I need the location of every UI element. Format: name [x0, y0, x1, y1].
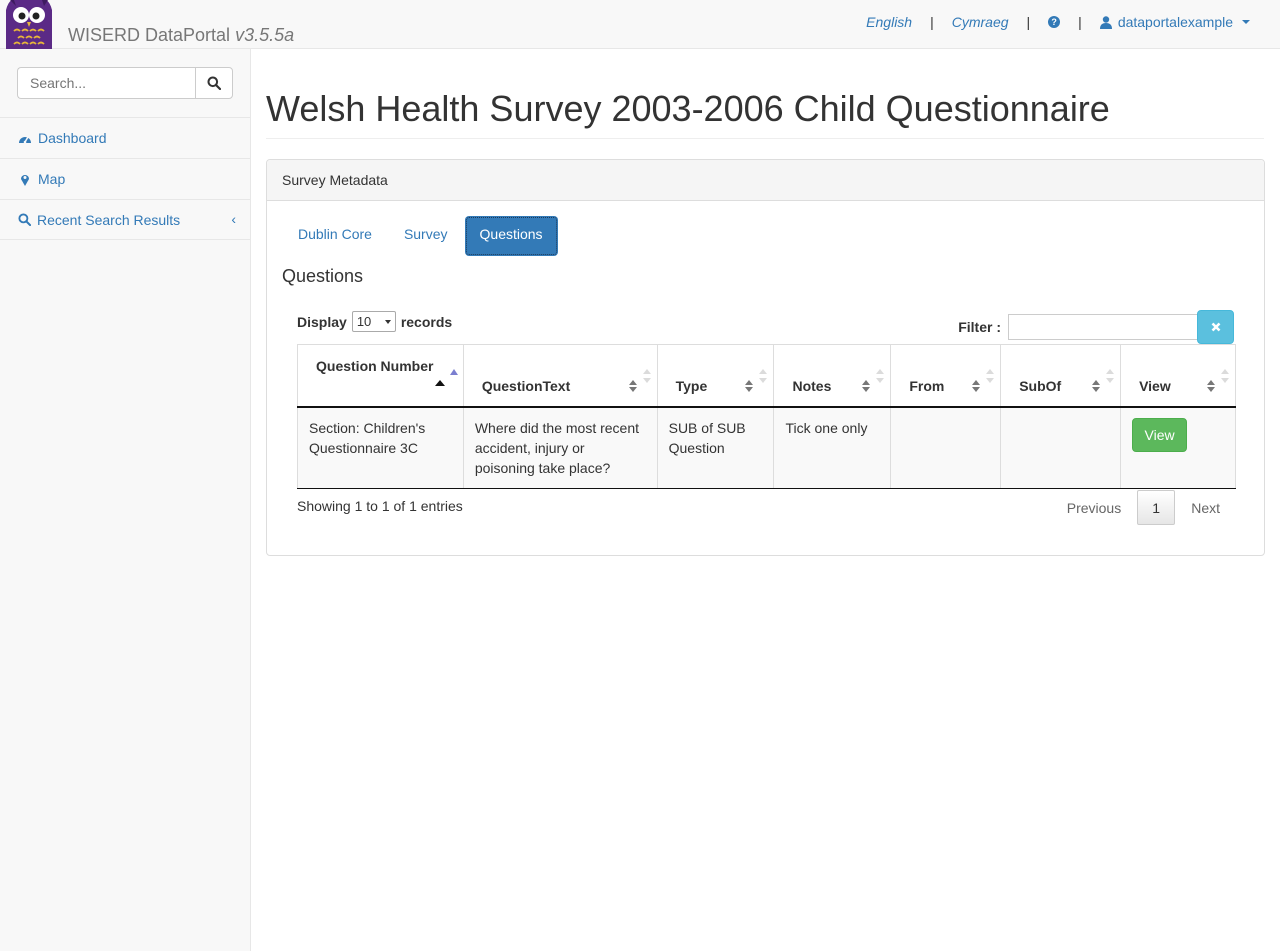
- current-page-button[interactable]: 1: [1137, 490, 1176, 525]
- map-marker-icon: [21, 174, 29, 186]
- cell-question-number: Section: Children's Questionnaire 3C: [297, 406, 464, 489]
- caret-down-icon: [1242, 20, 1250, 24]
- brand-version: v3.5.5a: [235, 25, 295, 45]
- cell-notes: Tick one only: [773, 406, 892, 489]
- column-header-view[interactable]: View: [1120, 344, 1236, 408]
- search-button[interactable]: [195, 67, 233, 99]
- table-row: Section: Children's Questionnaire 3C Whe…: [297, 406, 1236, 489]
- cell-question-text: Where did the most recent accident, inju…: [462, 406, 658, 489]
- cell-type: SUB of SUB Question: [656, 406, 775, 489]
- brand-title[interactable]: WISERD DataPortal v3.5.5a: [68, 25, 294, 46]
- top-navbar: WISERD DataPortal v3.5.5a English | Cymr…: [0, 0, 1280, 49]
- times-icon: [1211, 322, 1220, 332]
- page-length-control: Display 10 records: [297, 311, 452, 332]
- column-header-from[interactable]: From: [890, 344, 1002, 408]
- table-header-row: Question Number QuestionText Type Notes: [297, 344, 1236, 408]
- brand-name: WISERD DataPortal: [68, 25, 231, 45]
- sidebar-item-label: Dashboard: [38, 130, 107, 146]
- sidebar-search: [17, 67, 233, 99]
- column-label: Question Number: [316, 357, 434, 374]
- dashboard-icon: [19, 136, 31, 144]
- column-label: From: [909, 377, 945, 394]
- page-length-select[interactable]: 10: [351, 311, 396, 332]
- column-header-type[interactable]: Type: [656, 344, 775, 408]
- tab-dublin-core[interactable]: Dublin Core: [283, 216, 387, 256]
- questions-table: Question Number QuestionText Type Notes: [297, 344, 1236, 489]
- owl-logo[interactable]: [2, 0, 56, 49]
- sort-asc-icon: [449, 369, 458, 375]
- navbar-right: English | Cymraeg | ? | dataportalexampl…: [866, 14, 1250, 30]
- column-header-question-text[interactable]: QuestionText: [462, 344, 658, 408]
- sort-icon: [628, 379, 637, 392]
- section-title: Questions: [282, 266, 364, 286]
- sort-icon: [759, 369, 768, 383]
- sort-icon: [1207, 379, 1215, 392]
- column-header-notes[interactable]: Notes: [773, 344, 892, 408]
- clear-filter-button[interactable]: [1197, 310, 1234, 344]
- panel-heading: Survey Metadata: [267, 160, 1264, 201]
- survey-metadata-panel: Survey Metadata Dublin Core Survey Quest…: [266, 159, 1265, 556]
- next-page-button[interactable]: Next: [1177, 492, 1234, 524]
- column-label: View: [1139, 377, 1171, 394]
- records-label: records: [400, 313, 453, 330]
- user-icon: [1099, 15, 1112, 29]
- column-label: Type: [675, 377, 708, 394]
- tab-questions[interactable]: Questions: [464, 216, 558, 256]
- column-label: SubOf: [1019, 377, 1062, 394]
- sort-icon: [745, 379, 754, 392]
- column-header-subof[interactable]: SubOf: [1000, 344, 1122, 408]
- table-info: Showing 1 to 1 of 1 entries: [297, 498, 463, 514]
- sort-icon: [986, 369, 995, 383]
- cell-view: View: [1120, 406, 1236, 489]
- sidebar-item-recent-search[interactable]: Recent Search Results ‹: [0, 199, 250, 240]
- title-divider: [266, 138, 1264, 139]
- username-label: dataportalexample: [1117, 14, 1233, 30]
- column-label: Notes: [792, 377, 832, 394]
- nav-separator: |: [1026, 14, 1031, 30]
- sort-icon: [1221, 369, 1229, 383]
- display-label: Display: [297, 313, 347, 330]
- nav-separator: |: [930, 14, 934, 30]
- search-icon: [207, 76, 221, 90]
- sort-icon: [876, 369, 885, 383]
- tab-survey[interactable]: Survey: [389, 216, 463, 256]
- cell-from: [890, 406, 1002, 489]
- previous-page-button[interactable]: Previous: [1053, 492, 1135, 524]
- sidebar-item-label: Map: [38, 171, 66, 187]
- column-header-question-number[interactable]: Question Number: [297, 344, 464, 408]
- sort-icon: [1106, 369, 1115, 383]
- chevron-left-icon[interactable]: ‹: [231, 211, 236, 227]
- sidebar-item-map[interactable]: Map: [0, 158, 250, 199]
- sort-icon: [642, 369, 651, 383]
- cell-subof: [1000, 406, 1122, 489]
- page-length-value: 10: [356, 314, 372, 329]
- lang-english-link[interactable]: English: [866, 14, 912, 30]
- search-input[interactable]: [17, 67, 195, 99]
- search-icon: [18, 213, 31, 226]
- sort-icon: [1092, 379, 1101, 392]
- sort-icon: [862, 379, 871, 392]
- question-circle-icon[interactable]: ?: [1048, 16, 1061, 28]
- filter-control: Filter :: [958, 310, 1234, 344]
- metadata-tabs: Dublin Core Survey Questions: [283, 216, 560, 256]
- view-button[interactable]: View: [1132, 417, 1188, 452]
- column-label: QuestionText: [481, 377, 571, 394]
- sort-asc-icon: [434, 379, 445, 386]
- user-menu-toggle[interactable]: dataportalexample: [1099, 14, 1250, 30]
- lang-welsh-link[interactable]: Cymraeg: [952, 14, 1009, 30]
- filter-input[interactable]: [1008, 314, 1198, 340]
- nav-separator: |: [1078, 14, 1082, 30]
- pagination: Previous 1 Next: [1053, 490, 1234, 525]
- sidebar: Dashboard Map Recent Search Results ‹: [0, 49, 251, 951]
- caret-down-icon: [384, 319, 391, 324]
- sidebar-item-dashboard[interactable]: Dashboard: [0, 117, 250, 158]
- sidebar-nav: Dashboard Map Recent Search Results ‹: [0, 117, 250, 240]
- page-title: Welsh Health Survey 2003-2006 Child Ques…: [266, 88, 1110, 129]
- filter-label: Filter :: [958, 319, 1001, 335]
- sidebar-item-label: Recent Search Results: [37, 211, 181, 228]
- sort-icon: [972, 379, 981, 392]
